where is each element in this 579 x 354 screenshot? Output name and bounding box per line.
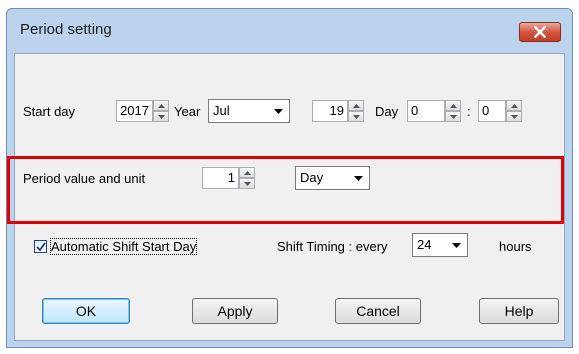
start-day-up-button[interactable] xyxy=(348,100,364,111)
shift-timing-label: Shift Timing : every xyxy=(277,239,388,254)
checkmark-icon xyxy=(36,242,46,252)
close-icon xyxy=(534,26,546,38)
help-button[interactable]: Help xyxy=(479,298,559,324)
arrow-up-icon xyxy=(158,104,165,108)
shift-timing-select[interactable]: 24 xyxy=(412,233,468,257)
start-minute-input[interactable]: 0 xyxy=(478,100,506,122)
start-month-value: Jul xyxy=(213,103,230,118)
start-day-input[interactable]: 19 xyxy=(312,100,348,122)
highlight-box xyxy=(7,156,564,224)
arrow-up-icon xyxy=(511,104,518,108)
arrow-down-icon xyxy=(511,115,518,119)
start-minute-down-button[interactable] xyxy=(506,111,522,122)
start-minute-up-button[interactable] xyxy=(506,100,522,111)
cancel-button[interactable]: Cancel xyxy=(335,298,421,324)
chevron-down-icon xyxy=(274,109,283,114)
window-title: Period setting xyxy=(20,21,112,38)
apply-button[interactable]: Apply xyxy=(192,298,278,324)
time-separator: : xyxy=(467,104,471,119)
arrow-down-icon xyxy=(158,115,165,119)
automatic-shift-label[interactable]: Automatic Shift Start Day xyxy=(49,238,198,255)
start-year-up-button[interactable] xyxy=(153,100,169,111)
automatic-shift-checkbox[interactable] xyxy=(34,240,47,253)
shift-timing-unit: hours xyxy=(499,239,532,254)
arrow-up-icon xyxy=(353,104,360,108)
ok-button[interactable]: OK xyxy=(42,298,130,324)
start-year-spinner[interactable] xyxy=(153,100,169,122)
start-hour-input[interactable]: 0 xyxy=(407,100,445,122)
start-hour-down-button[interactable] xyxy=(445,111,461,122)
title-bar: Period setting xyxy=(7,9,572,53)
start-day-down-button[interactable] xyxy=(348,111,364,122)
arrow-down-icon xyxy=(450,115,457,119)
start-minute-spinner[interactable] xyxy=(506,100,522,122)
start-hour-spinner[interactable] xyxy=(445,100,461,122)
chevron-down-icon xyxy=(452,243,461,248)
close-button[interactable] xyxy=(519,22,561,42)
start-year-input[interactable]: 2017 xyxy=(116,100,153,122)
start-day-spinner[interactable] xyxy=(348,100,364,122)
start-year-down-button[interactable] xyxy=(153,111,169,122)
start-day-label: Start day xyxy=(23,104,76,119)
year-unit-label: Year xyxy=(174,104,201,119)
shift-timing-value: 24 xyxy=(417,237,432,252)
arrow-down-icon xyxy=(353,115,360,119)
arrow-up-icon xyxy=(450,104,457,108)
day-unit-label: Day xyxy=(375,104,399,119)
start-month-select[interactable]: Jul xyxy=(208,99,290,123)
start-hour-up-button[interactable] xyxy=(445,100,461,111)
